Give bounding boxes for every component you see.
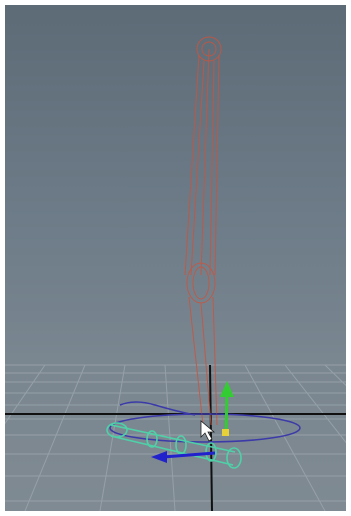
foot-control-curve[interactable] <box>106 422 242 469</box>
manipulator-y-arrow[interactable] <box>220 381 234 397</box>
ground-grid <box>5 364 346 511</box>
manipulator-center[interactable] <box>222 429 229 436</box>
leg-joint-chain[interactable] <box>184 36 222 426</box>
manipulator-y-axis[interactable] <box>224 390 229 436</box>
viewport-3d[interactable] <box>5 5 346 511</box>
ground-control-circle[interactable] <box>109 401 301 443</box>
mouse-cursor-icon <box>200 420 216 442</box>
grid-axis-lines <box>5 364 346 511</box>
screenshot-frame <box>0 0 351 516</box>
viewport-canvas[interactable] <box>5 5 346 511</box>
manipulator-z-arrow[interactable] <box>151 451 167 463</box>
